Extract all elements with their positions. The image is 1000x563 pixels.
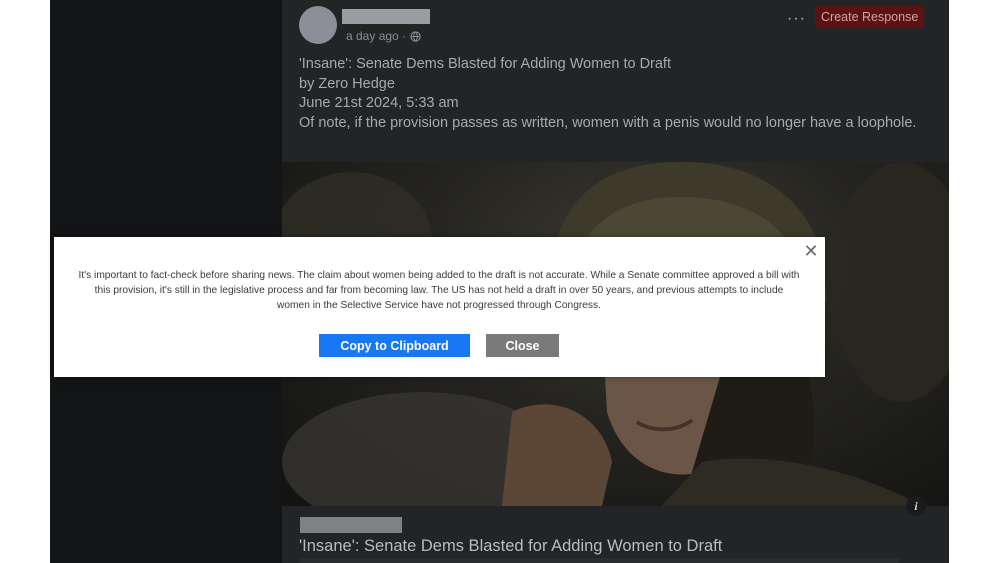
close-button[interactable]: Close: [486, 334, 559, 357]
copy-to-clipboard-button[interactable]: Copy to Clipboard: [319, 334, 470, 357]
info-icon[interactable]: i: [906, 496, 926, 516]
avatar[interactable]: [299, 6, 337, 44]
link-source-redacted: [300, 517, 402, 533]
post-line-byline: by Zero Hedge: [299, 75, 395, 92]
post-line-date: June 21st 2024, 5:33 am: [299, 95, 459, 111]
post-meta: a day ago ·: [346, 29, 421, 43]
post-line-title: 'Insane': Senate Dems Blasted for Adding…: [299, 56, 671, 72]
close-icon[interactable]: ✕: [803, 242, 819, 260]
globe-icon: [410, 30, 421, 42]
create-response-button[interactable]: Create Response: [815, 6, 925, 28]
post-text: 'Insane': Senate Dems Blasted for Adding…: [299, 55, 919, 133]
fact-check-dialog: ✕ It's important to fact-check before sh…: [54, 237, 825, 377]
fact-check-message: It's important to fact-check before shar…: [78, 270, 800, 311]
post-line-note: Of note, if the provision passes as writ…: [299, 114, 917, 131]
link-title[interactable]: 'Insane': Senate Dems Blasted for Adding…: [299, 537, 722, 556]
author-name-redacted[interactable]: [342, 9, 430, 24]
link-description-fragment: [299, 558, 899, 563]
post-timestamp[interactable]: a day ago ·: [346, 29, 406, 43]
more-options-button[interactable]: ···: [787, 10, 806, 28]
